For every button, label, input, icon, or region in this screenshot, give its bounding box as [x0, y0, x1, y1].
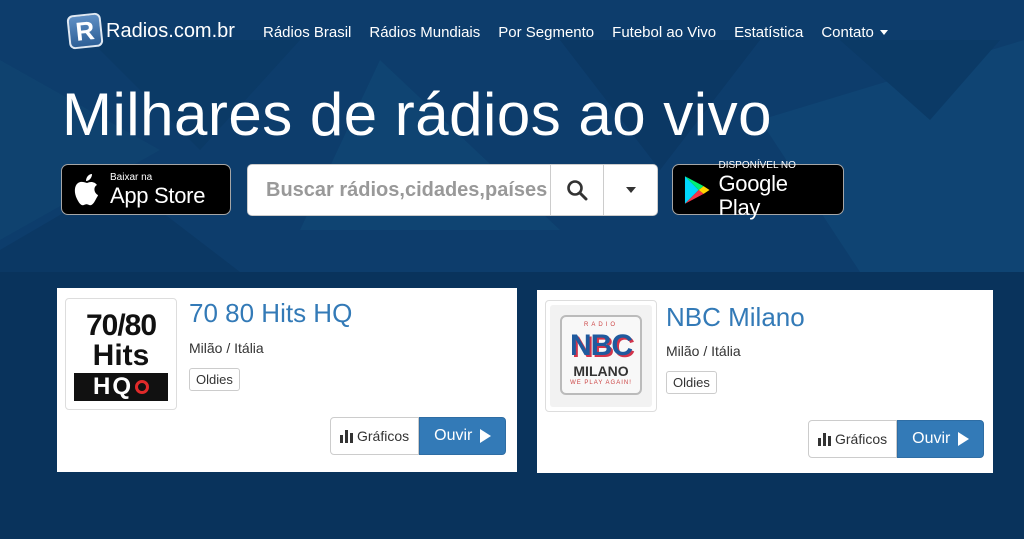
play-icon — [958, 432, 970, 446]
nav-por-segmento[interactable]: Por Segmento — [489, 22, 603, 43]
app-store-button[interactable]: Baixar na App Store — [61, 164, 231, 215]
search-button[interactable] — [549, 165, 604, 215]
search-options-dropdown[interactable] — [603, 165, 657, 215]
station-title[interactable]: NBC Milano — [666, 302, 805, 333]
logo-line: NBC — [570, 329, 633, 362]
charts-label: Gráficos — [835, 431, 888, 447]
nav-futebol-ao-vivo[interactable]: Futebol ao Vivo — [603, 22, 725, 43]
charts-label: Gráficos — [357, 428, 410, 444]
genre-tag[interactable]: Oldies — [189, 368, 240, 391]
caret-down-icon — [625, 187, 636, 193]
listen-button[interactable]: Ouvir — [897, 420, 985, 458]
charts-button[interactable]: Gráficos — [808, 420, 898, 458]
logo-badge-icon: R — [66, 12, 104, 50]
station-card: RADIO NBC MILANO WE PLAY AGAIN! NBC Mila… — [537, 290, 993, 473]
app-store-big-text: App Store — [110, 182, 206, 208]
charts-button[interactable]: Gráficos — [330, 417, 420, 455]
search-bar — [247, 164, 658, 216]
station-title[interactable]: 70 80 Hits HQ — [189, 298, 352, 329]
google-play-button[interactable]: DISPONÍVEL NO Google Play — [672, 160, 844, 219]
station-location[interactable]: Milão / Itália — [189, 340, 264, 356]
play-icon — [480, 429, 492, 443]
navbar: R Radios.com.br Rádios Brasil Rádios Mun… — [0, 12, 1024, 52]
genre-tag[interactable]: Oldies — [666, 371, 717, 394]
site-logo[interactable]: R Radios.com.br — [66, 12, 235, 50]
station-logo-art: RADIO NBC MILANO WE PLAY AGAIN! — [550, 305, 652, 407]
caret-down-icon — [879, 30, 888, 35]
nav-radios-brasil[interactable]: Rádios Brasil — [254, 22, 360, 43]
apple-icon — [74, 173, 98, 205]
nav-contato-label: Contato — [821, 24, 874, 41]
nav-estatistica[interactable]: Estatística — [725, 22, 812, 43]
logo-line: RADIO — [583, 322, 618, 328]
bar-chart-icon — [340, 429, 353, 443]
logo-line: WE PLAY AGAIN! — [570, 380, 632, 386]
listen-label: Ouvir — [912, 430, 951, 447]
station-location[interactable]: Milão / Itália — [666, 343, 741, 359]
station-actions: Gráficos Ouvir — [330, 417, 507, 455]
nav-contato-dropdown[interactable]: Contato — [812, 22, 897, 43]
station-card: 70/80 Hits HQ 70 80 Hits HQ Milão / Itál… — [57, 288, 517, 472]
bar-chart-icon — [818, 432, 831, 446]
station-logo[interactable]: RADIO NBC MILANO WE PLAY AGAIN! — [545, 300, 657, 412]
hero-headline: Milhares de rádios ao vivo — [62, 81, 773, 148]
logo-hq-band: HQ — [74, 373, 168, 401]
google-play-big-text: Google Play — [718, 170, 788, 220]
search-icon — [567, 180, 588, 201]
listen-button[interactable]: Ouvir — [419, 417, 507, 455]
station-logo[interactable]: 70/80 Hits HQ — [65, 298, 177, 410]
logo-line: MILANO — [573, 363, 629, 379]
station-logo-art: 70/80 Hits HQ — [70, 303, 172, 405]
main-menu: Rádios Brasil Rádios Mundiais Por Segmen… — [254, 22, 897, 43]
logo-line: HQ — [93, 373, 133, 400]
google-play-small-text: DISPONÍVEL NO — [718, 159, 796, 171]
site-name: Radios.com.br — [106, 19, 235, 42]
search-input[interactable] — [248, 165, 550, 215]
logo-red-mark-icon — [135, 380, 149, 394]
station-actions: Gráficos Ouvir — [808, 420, 985, 458]
listen-label: Ouvir — [434, 427, 473, 444]
logo-line: Hits — [92, 339, 150, 372]
google-play-icon — [684, 175, 710, 204]
app-store-small-text: Baixar na — [110, 171, 153, 183]
nav-radios-mundiais[interactable]: Rádios Mundiais — [360, 22, 489, 43]
logo-line: 70/80 — [85, 309, 157, 342]
